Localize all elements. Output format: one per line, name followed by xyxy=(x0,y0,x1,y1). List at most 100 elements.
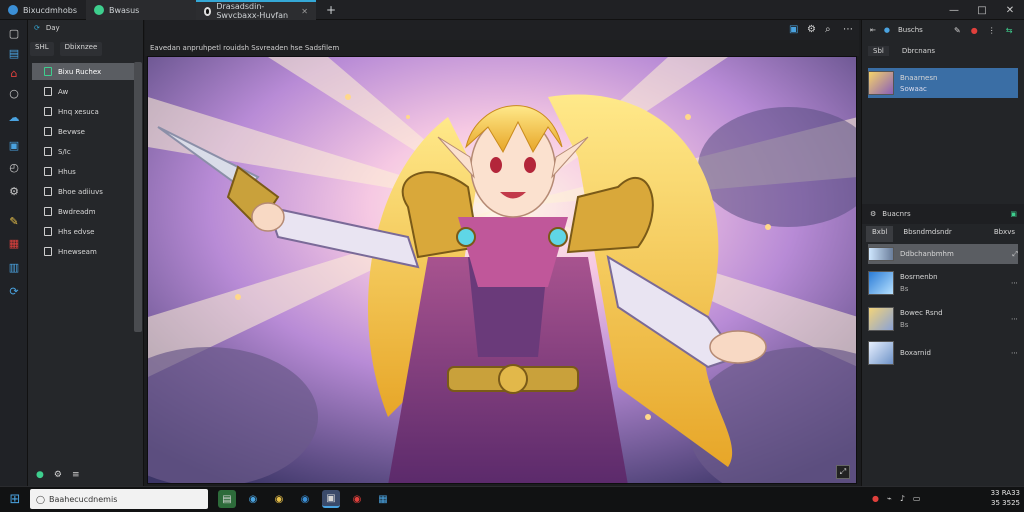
item-title: Bosrnenbn xyxy=(900,273,938,281)
notification-icon[interactable]: ● xyxy=(872,494,879,503)
system-clock[interactable]: 33 RA33 35 3525 xyxy=(956,488,1020,510)
more-icon[interactable]: ⋯ xyxy=(843,24,853,35)
expand-icon[interactable]: ⤢ xyxy=(836,465,850,479)
tab-app[interactable]: Bixucdmhobs xyxy=(0,0,86,20)
file-item[interactable]: Bhoe adiiuvs xyxy=(32,183,134,200)
back-icon[interactable]: ⇤ xyxy=(870,26,876,34)
file-icon xyxy=(44,107,52,116)
file-icon xyxy=(44,187,52,196)
tab-dbixnzee[interactable]: Dbixnzee xyxy=(59,42,103,56)
settings-icon[interactable]: ⚙ xyxy=(54,470,62,480)
open-icon[interactable]: ⤢ xyxy=(1012,250,1018,259)
file-icon xyxy=(44,87,52,96)
file-item[interactable]: Hnq xesuca xyxy=(32,103,134,120)
record-icon[interactable]: ● xyxy=(971,26,978,35)
list-icon[interactable]: ≡ xyxy=(72,470,80,480)
file-icon xyxy=(44,127,52,136)
item-title: Bnaarnesn xyxy=(900,73,938,82)
file-label: Hhus xyxy=(58,167,76,176)
image-icon[interactable]: ▣ xyxy=(6,138,22,152)
sync-icon[interactable]: ⟳ xyxy=(6,284,22,298)
file-item[interactable]: Hhus xyxy=(32,163,134,180)
thumbnail xyxy=(868,247,894,261)
list-item[interactable]: Ddbchanbmhm ⤢ xyxy=(868,244,1018,264)
tab-bwasus[interactable]: Bwasus xyxy=(86,0,196,20)
file-icon xyxy=(44,227,52,236)
settings-icon[interactable]: ⚙ xyxy=(807,24,816,35)
media-icon[interactable]: ◉ xyxy=(348,490,366,508)
file-panel-tabs: SHL Dbixnzee xyxy=(30,42,103,56)
tab-bxbl[interactable]: Bxbl xyxy=(866,226,894,242)
files-icon[interactable]: ▢ xyxy=(6,26,22,40)
file-item[interactable]: Aw xyxy=(32,83,134,100)
share-icon[interactable]: ⇆ xyxy=(1006,26,1013,35)
file-item[interactable]: Bwdreadm xyxy=(32,203,134,220)
more-icon[interactable]: ⋯ xyxy=(1011,349,1018,357)
clock-icon[interactable]: ◴ xyxy=(6,160,22,174)
edge-icon[interactable]: ◉ xyxy=(296,490,314,508)
search-icon[interactable]: ⌕ xyxy=(825,24,831,35)
tab-bbsndmdsndr[interactable]: Bbsndmdsndr xyxy=(897,226,957,242)
list-item[interactable]: Bnaarnesn Sowaac xyxy=(868,68,1018,98)
item-subtitle: Sowaac xyxy=(900,84,927,93)
list-item[interactable]: Boxarnid ⋯ xyxy=(868,338,1018,368)
layout-icon[interactable]: ▣ xyxy=(789,24,798,35)
settings-icon[interactable]: ⚙ xyxy=(6,184,22,198)
layer-icon[interactable]: ▥ xyxy=(6,260,22,274)
file-item[interactable]: Bixu Ruchex xyxy=(32,63,134,80)
more-icon[interactable]: ⋯ xyxy=(1011,315,1018,323)
file-item[interactable]: Bevwse xyxy=(32,123,134,140)
new-tab-button[interactable]: + xyxy=(318,0,338,20)
tab-shl[interactable]: SHL xyxy=(30,42,54,56)
tab-sbl[interactable]: Sbl xyxy=(868,46,889,56)
minimize-button[interactable]: — xyxy=(940,0,968,20)
tab-dbrcnans[interactable]: Dbrcnans xyxy=(897,46,940,56)
image-canvas[interactable]: ⤢ xyxy=(147,56,857,484)
maximize-button[interactable]: □ xyxy=(968,0,996,20)
photos-icon[interactable]: ▣ xyxy=(322,490,340,508)
search-placeholder: Baahecucdnemis xyxy=(48,494,118,504)
close-tab-icon[interactable]: ✕ xyxy=(301,7,308,16)
scrollbar[interactable] xyxy=(134,62,142,332)
battery-icon[interactable]: ▭ xyxy=(913,494,921,503)
item-title: Bowec Rsnd xyxy=(900,309,943,317)
file-item[interactable]: Hhs edvse xyxy=(32,223,134,240)
volume-icon[interactable]: ♪ xyxy=(900,494,905,503)
file-item[interactable]: Hnewseam xyxy=(32,243,134,260)
tab-label: Bixucdmhobs xyxy=(23,5,77,15)
clock-date: 35 3525 xyxy=(991,499,1020,507)
tab-bbxvs[interactable]: Bbxvs xyxy=(988,226,1021,242)
store-icon[interactable]: ▦ xyxy=(374,490,392,508)
sync-icon[interactable]: ⟳ xyxy=(34,24,40,32)
tab-browser[interactable]: Drasadsdin-Swvcbaxx-Huvfan ✕ xyxy=(196,0,316,20)
section-actions[interactable]: ▣ xyxy=(1010,210,1017,218)
close-window-button[interactable]: ✕ xyxy=(996,0,1024,20)
chrome-icon[interactable]: ◉ xyxy=(270,490,288,508)
grid-icon[interactable]: ▦ xyxy=(6,236,22,250)
edit-icon[interactable]: ✎ xyxy=(954,26,961,35)
list-item[interactable]: Bosrnenbn Bs ⋯ xyxy=(868,268,1018,298)
list-item[interactable]: Bowec Rsnd Bs ⋯ xyxy=(868,304,1018,334)
file-panel-toolbar: ⟳ Day xyxy=(34,24,60,32)
pencil-icon[interactable]: ✎ xyxy=(6,214,22,228)
home-icon[interactable]: ⌂ xyxy=(6,66,22,80)
file-item[interactable]: S/Ic xyxy=(32,143,134,160)
thumbnail xyxy=(868,71,894,95)
cloud-icon[interactable]: ☁ xyxy=(6,110,22,124)
circle-icon[interactable]: ○ xyxy=(6,86,22,100)
more-icon[interactable]: ⋯ xyxy=(1011,279,1018,287)
file-label: Aw xyxy=(58,87,69,96)
details-actions: ✎ ● ⋮ ⇆ xyxy=(954,26,1012,35)
details-title: Buschs xyxy=(897,26,923,34)
thumbnail xyxy=(868,271,894,295)
start-button[interactable]: ⊞ xyxy=(6,490,24,508)
more-icon[interactable]: ⋮ xyxy=(988,26,996,35)
details-panel: ⇤ ● Buschs ✎ ● ⋮ ⇆ Sbl Dbrcnans Bnaarnes… xyxy=(861,20,1024,486)
network-icon[interactable]: ⌁ xyxy=(887,494,892,503)
explorer-icon[interactable]: ▤ xyxy=(218,490,236,508)
section-title: Buacnrs xyxy=(882,210,911,218)
folder-icon[interactable]: ▤ xyxy=(6,46,22,60)
search-box[interactable]: ◯ Baahecucdnemis xyxy=(30,489,208,509)
file-label: Hnq xesuca xyxy=(58,107,99,116)
browser-icon[interactable]: ◉ xyxy=(244,490,262,508)
